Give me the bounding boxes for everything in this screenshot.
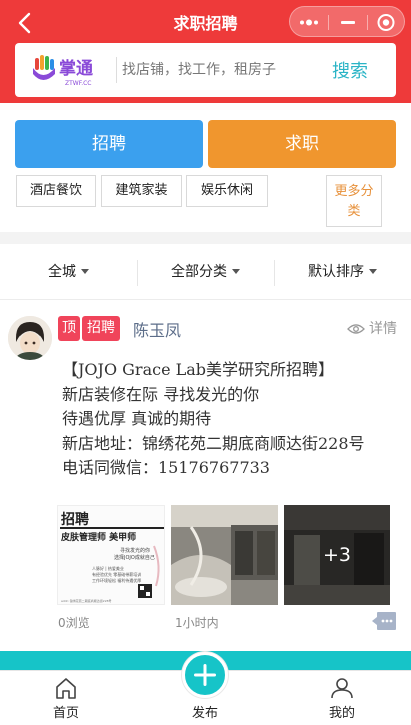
search-button[interactable]: 搜索	[332, 57, 368, 83]
svg-text:工作环境轻松 福利待遇优厚: 工作环境轻松 福利待遇优厚	[92, 577, 141, 583]
filter-sort[interactable]: 默认排序	[274, 244, 411, 300]
header: 求职招聘 掌通 ZTWF.CC 找店铺，找工作，租房子 搜索	[0, 0, 411, 103]
svg-text:皮肤管理师 美甲师: 皮肤管理师 美甲师	[60, 531, 136, 543]
nav-bar: 求职招聘	[0, 0, 411, 44]
more-categories-button[interactable]: 更多分 类	[326, 175, 382, 227]
caret-down-icon	[232, 269, 240, 274]
svg-text:掌通: 掌通	[59, 58, 93, 79]
view-count: 0浏览	[58, 616, 90, 630]
avatar-image	[8, 316, 52, 360]
eye-icon	[347, 324, 365, 334]
minimize-icon[interactable]	[329, 7, 367, 38]
svg-text:人脉好 | 热爱美业: 人脉好 | 热爱美业	[92, 565, 124, 571]
section-divider	[0, 232, 411, 244]
more-photos-count[interactable]: +3	[284, 505, 390, 605]
svg-text:选择JOJO成就自己: 选择JOJO成就自己	[114, 554, 155, 561]
filter-area[interactable]: 全城	[0, 244, 137, 300]
app-logo: 掌通 ZTWF.CC	[33, 55, 93, 87]
search-placeholder[interactable]: 找店铺，找工作，租房子	[122, 59, 276, 79]
search-bar[interactable]: 掌通 ZTWF.CC 找店铺，找工作，租房子 搜索	[15, 43, 396, 97]
caret-down-icon	[81, 269, 89, 274]
avatar[interactable]	[8, 316, 52, 360]
job-seek-button[interactable]: 求职	[208, 120, 396, 168]
category-tag[interactable]: 娱乐休闲	[186, 175, 268, 207]
publish-button[interactable]	[182, 652, 228, 698]
tab-home[interactable]: 首页	[26, 671, 106, 725]
pinned-badge: 顶	[58, 316, 80, 341]
post-image[interactable]	[171, 505, 278, 605]
tab-mine[interactable]: 我的	[302, 671, 382, 725]
app: 求职招聘 掌通 ZTWF.CC 找店铺，找工作，租房子 搜索 招聘 求职 酒店餐…	[0, 0, 411, 725]
more-dots-icon[interactable]	[290, 7, 328, 38]
svg-text:寻找发光的你: 寻找发光的你	[120, 547, 150, 554]
comment-icon[interactable]	[372, 612, 396, 630]
mini-program-capsule	[289, 6, 405, 37]
post-content[interactable]: 【JOJO Grace Lab美学研究所招聘】 新店装修在际 寻找发光的你 待遇…	[62, 358, 402, 481]
category-tag[interactable]: 酒店餐饮	[16, 175, 96, 207]
detail-link[interactable]: 详情	[347, 318, 397, 338]
svg-text:ZTWF.CC: ZTWF.CC	[65, 80, 91, 87]
home-icon	[56, 678, 76, 699]
filter-bar: 全城 全部分类 默认排序	[0, 244, 411, 300]
salon-interior-image	[171, 505, 278, 605]
recruitment-poster-image: 招聘 皮肤管理师 美甲师 寻找发光的你 选择JOJO成就自己 人脉好 | 热爱美…	[58, 506, 164, 604]
svg-text:有经验优先 零基础带薪培训: 有经验优先 零基础带薪培训	[92, 571, 141, 577]
hire-badge: 招聘	[82, 316, 120, 341]
plus-icon	[194, 664, 216, 686]
svg-text:招聘: 招聘	[61, 511, 89, 528]
author-name[interactable]: 陈玉凤	[133, 317, 181, 341]
user-icon	[331, 678, 353, 699]
hire-button[interactable]: 招聘	[15, 120, 203, 168]
post-image[interactable]: +3	[284, 505, 390, 605]
category-tag[interactable]: 建筑家装	[101, 175, 182, 207]
post-image[interactable]: 招聘 皮肤管理师 美甲师 寻找发光的你 选择JOJO成就自己 人脉好 | 热爱美…	[57, 505, 165, 605]
post-time: 1小时内	[175, 616, 219, 630]
close-target-icon[interactable]	[367, 7, 405, 38]
svg-text:addr: 锦绣花苑二期底商顺达街228号: addr: 锦绣花苑二期底商顺达街228号	[61, 598, 112, 603]
caret-down-icon	[369, 269, 377, 274]
filter-category[interactable]: 全部分类	[137, 244, 274, 300]
